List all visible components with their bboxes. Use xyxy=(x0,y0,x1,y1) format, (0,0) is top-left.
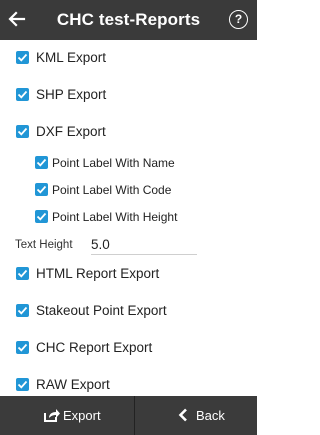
bottom-toolbar: Export Back xyxy=(0,396,257,435)
checkbox-checked-icon[interactable] xyxy=(16,51,29,64)
export-label: Export xyxy=(63,408,101,423)
back-label: Back xyxy=(196,408,225,423)
option-html-report-export[interactable]: HTML Report Export xyxy=(0,260,257,296)
app-header: CHC test-Reports ? xyxy=(0,0,257,40)
option-label: Stakeout Point Export xyxy=(36,303,167,318)
option-label: SHP Export xyxy=(36,87,107,102)
option-raw-export[interactable]: RAW Export xyxy=(0,371,257,396)
export-button[interactable]: Export xyxy=(0,396,134,435)
text-height-label: Text Height xyxy=(15,239,73,251)
option-label: CHC Report Export xyxy=(36,340,153,355)
export-share-icon xyxy=(43,407,61,428)
option-label: HTML Report Export xyxy=(36,266,160,281)
back-button[interactable]: Back xyxy=(135,396,257,435)
checkbox-checked-icon[interactable] xyxy=(35,156,48,169)
option-chc-report-export[interactable]: CHC Report Export xyxy=(0,334,257,370)
suboption-label-name[interactable]: Point Label With Name xyxy=(0,151,257,177)
option-shp-export[interactable]: SHP Export xyxy=(0,77,257,113)
option-dxf-export[interactable]: DXF Export xyxy=(0,114,257,150)
option-label: RAW Export xyxy=(36,377,110,392)
suboption-label: Point Label With Height xyxy=(52,210,178,224)
help-icon[interactable]: ? xyxy=(229,10,248,29)
text-height-input[interactable] xyxy=(91,234,197,255)
suboption-label: Point Label With Code xyxy=(52,183,172,197)
checkbox-checked-icon[interactable] xyxy=(16,378,29,391)
checkbox-checked-icon[interactable] xyxy=(35,183,48,196)
suboption-label-code[interactable]: Point Label With Code xyxy=(0,178,257,204)
option-kml-export[interactable]: KML Export xyxy=(0,40,257,76)
option-label: KML Export xyxy=(36,50,107,65)
page-title: CHC test-Reports xyxy=(56,10,201,29)
option-stakeout-point-export[interactable]: Stakeout Point Export xyxy=(0,297,257,333)
suboption-label-height[interactable]: Point Label With Height xyxy=(0,205,257,231)
checkbox-checked-icon[interactable] xyxy=(35,210,48,223)
text-height-row: Text Height xyxy=(0,231,257,259)
checkbox-checked-icon[interactable] xyxy=(16,341,29,354)
checkbox-checked-icon[interactable] xyxy=(16,267,29,280)
suboption-label: Point Label With Name xyxy=(52,156,175,170)
chevron-left-icon xyxy=(178,408,188,427)
checkbox-checked-icon[interactable] xyxy=(16,125,29,138)
checkbox-checked-icon[interactable] xyxy=(16,88,29,101)
option-label: DXF Export xyxy=(36,124,106,139)
checkbox-checked-icon[interactable] xyxy=(16,304,29,317)
options-list: KML Export SHP Export DXF Export Point L… xyxy=(0,40,257,396)
